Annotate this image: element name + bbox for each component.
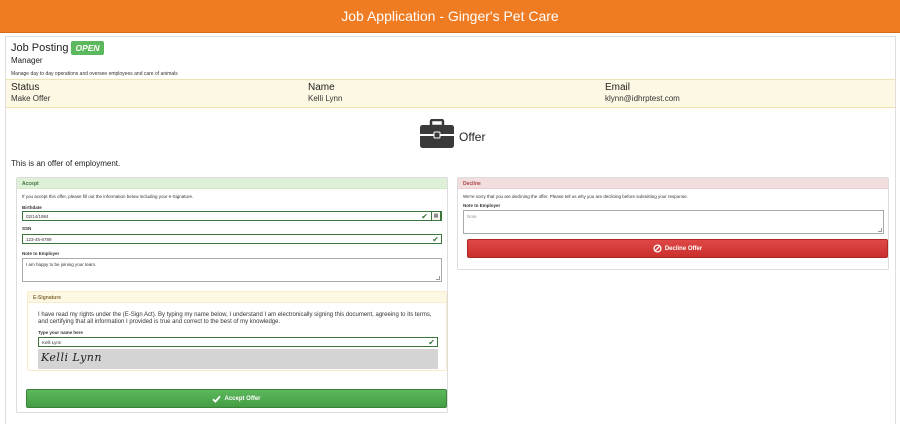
check-icon: ✔ <box>432 235 439 244</box>
birthdate-label: Birthdate <box>22 205 42 210</box>
esignature-disclaimer: I have read my rights under the (E-Sign … <box>38 312 432 325</box>
page-title: Job Application - Ginger's Pet Care <box>341 8 559 24</box>
check-icon: ✔ <box>428 338 435 347</box>
email-column: Email klynn@idhrptest.com <box>605 82 680 103</box>
job-posting-title: Job Posting <box>11 42 69 54</box>
decline-note-placeholder: Note <box>467 214 477 219</box>
job-role: Manager <box>11 56 43 65</box>
signature-rendering: Kelli Lynn <box>41 351 102 364</box>
accept-instructions: If you accept this offer, please fill ou… <box>22 194 194 199</box>
check-icon: ✔ <box>421 212 428 221</box>
decline-offer-label: Decline Offer <box>664 245 703 252</box>
app-header: Job Application - Ginger's Pet Care <box>0 0 900 33</box>
accept-note-value: I am happy to be joining your team. <box>26 262 97 267</box>
ban-icon <box>653 244 662 253</box>
name-column: Name Kelli Lynn <box>308 82 342 103</box>
note-label: Note to Employer <box>22 251 60 256</box>
job-description: Manage day to day operations and oversee… <box>11 71 178 77</box>
decline-offer-button[interactable]: Decline Offer <box>467 239 888 258</box>
decline-panel-heading: Decline <box>458 178 888 189</box>
application-card: Job Posting OPEN Manager Manage day to d… <box>5 36 896 424</box>
typed-name-value: Kelli Lynn <box>42 340 62 345</box>
signature-preview: Kelli Lynn <box>38 349 438 369</box>
status-value: Make Offer <box>11 94 51 103</box>
accept-note-textarea[interactable]: I am happy to be joining your team. <box>22 258 442 282</box>
decline-instructions: We're sorry that you are declining the o… <box>463 194 688 199</box>
offer-heading: Offer <box>419 118 486 154</box>
check-icon <box>212 395 222 403</box>
name-label: Name <box>308 82 335 93</box>
accept-offer-button[interactable]: Accept Offer <box>26 389 447 408</box>
birthdate-value: 02/14/1984 <box>26 214 49 219</box>
offer-intro: This is an offer of employment. <box>11 159 121 168</box>
ssn-input[interactable]: 123-45-6789 ✔ <box>22 234 442 244</box>
calendar-icon[interactable]: ▦ <box>431 211 441 221</box>
esignature-panel: E-Signature I have read my rights under … <box>27 291 447 371</box>
status-badge: OPEN <box>71 41 104 55</box>
type-name-label: Type your name here <box>38 330 83 335</box>
birthdate-input[interactable]: 02/14/1984 ✔ ▦ <box>22 211 442 221</box>
status-label: Status <box>11 82 40 93</box>
decline-note-textarea[interactable]: Note <box>463 210 884 234</box>
email-label: Email <box>605 82 631 93</box>
name-value: Kelli Lynn <box>308 94 343 103</box>
job-posting: Job Posting OPEN Manager Manage day to d… <box>11 41 178 77</box>
offer-title: Offer <box>459 129 486 144</box>
accept-panel-heading: Accept <box>17 178 447 189</box>
resize-handle-icon[interactable] <box>436 276 440 280</box>
email-value: klynn@idhrptest.com <box>605 94 680 103</box>
applicant-info-bar: Status Make Offer Name Kelli Lynn Email … <box>6 79 895 108</box>
ssn-label: SSN <box>22 226 32 231</box>
resize-handle-icon[interactable] <box>878 228 882 232</box>
typed-name-input[interactable]: Kelli Lynn ✔ <box>38 337 438 347</box>
briefcase-icon <box>419 118 455 154</box>
esignature-heading: E-Signature <box>28 292 446 303</box>
accept-offer-label: Accept Offer <box>224 395 261 402</box>
status-column: Status Make Offer <box>11 82 50 103</box>
accept-panel: Accept If you accept this offer, please … <box>16 177 448 413</box>
decline-note-label: Note to Employer <box>463 203 501 208</box>
ssn-value: 123-45-6789 <box>26 237 52 242</box>
decline-panel: Decline We're sorry that you are declini… <box>457 177 889 270</box>
